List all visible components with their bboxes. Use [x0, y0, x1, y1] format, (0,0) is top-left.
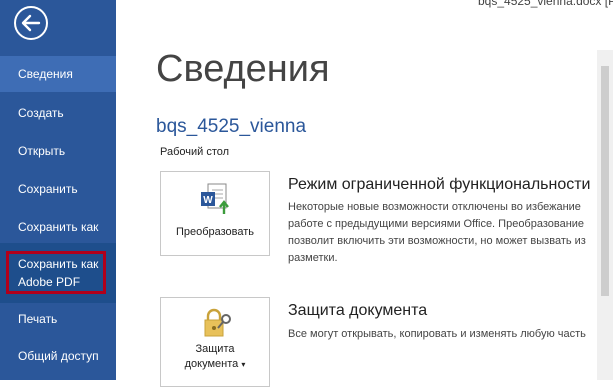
- protect-document-button[interactable]: Защита документа ▾: [160, 297, 270, 387]
- sidebar-item-label: Печать: [18, 312, 58, 326]
- document-location: Рабочий стол: [160, 146, 230, 158]
- sidebar-item-label: Сохранить как: [18, 220, 99, 234]
- word-convert-icon: W: [201, 183, 229, 214]
- description-line: Некоторые новые возможности отключены во…: [288, 201, 581, 213]
- window-title: bqs_4525_vienna.docx [Ре: [478, 0, 613, 8]
- protect-button-label: Защита документа ▾: [161, 342, 269, 372]
- protect-button-label-text: документа: [184, 358, 239, 370]
- sidebar-item-label: Сведения: [18, 67, 73, 81]
- sidebar-item-open[interactable]: Открыть: [0, 133, 116, 169]
- backstage-sidebar: Сведения Создать Открыть Сохранить Сохра…: [0, 0, 116, 380]
- sidebar-item-save[interactable]: Сохранить: [0, 171, 116, 207]
- lock-key-icon: [204, 308, 231, 337]
- convert-button-label: Преобразовать: [175, 226, 255, 238]
- protect-button-label-line1: Защита: [195, 343, 235, 355]
- sidebar-item-label: Создать: [18, 106, 64, 120]
- back-arrow-icon[interactable]: [13, 5, 49, 41]
- sidebar-item-label: Сохранить: [18, 182, 78, 196]
- protect-document-title: Защита документа: [288, 302, 428, 319]
- description-line: Все могут открывать, копировать и изменя…: [288, 328, 586, 340]
- scrollbar-thumb[interactable]: [601, 66, 609, 296]
- sidebar-item-label: Открыть: [18, 144, 66, 158]
- sidebar-item-info[interactable]: Сведения: [0, 56, 116, 92]
- sidebar-item-print[interactable]: Печать: [0, 301, 116, 337]
- description-line: позволит включить эти возможности, но мо…: [288, 235, 586, 247]
- sidebar-item-share[interactable]: Общий доступ: [0, 338, 116, 374]
- protect-button-label-line2: документа ▾: [161, 357, 269, 372]
- svg-text:W: W: [203, 195, 213, 206]
- description-line: разметки.: [288, 252, 338, 264]
- dropdown-caret-icon: ▾: [241, 360, 246, 369]
- sidebar-item-new[interactable]: Создать: [0, 95, 116, 131]
- convert-button[interactable]: W Преобразовать: [160, 171, 270, 256]
- page-title: Сведения: [156, 48, 330, 90]
- protect-document-description: Все могут открывать, копировать и изменя…: [288, 326, 613, 343]
- highlight-frame: [6, 251, 106, 294]
- sidebar-item-label: Общий доступ: [18, 349, 99, 363]
- compatibility-mode-description: Некоторые новые возможности отключены во…: [288, 199, 613, 267]
- document-name: bqs_4525_vienna: [156, 116, 307, 137]
- sidebar-item-save-as[interactable]: Сохранить как: [0, 209, 116, 245]
- description-line: работе с предыдущими версиями Office. Пр…: [288, 218, 585, 230]
- compatibility-mode-title: Режим ограниченной функциональности: [288, 176, 591, 193]
